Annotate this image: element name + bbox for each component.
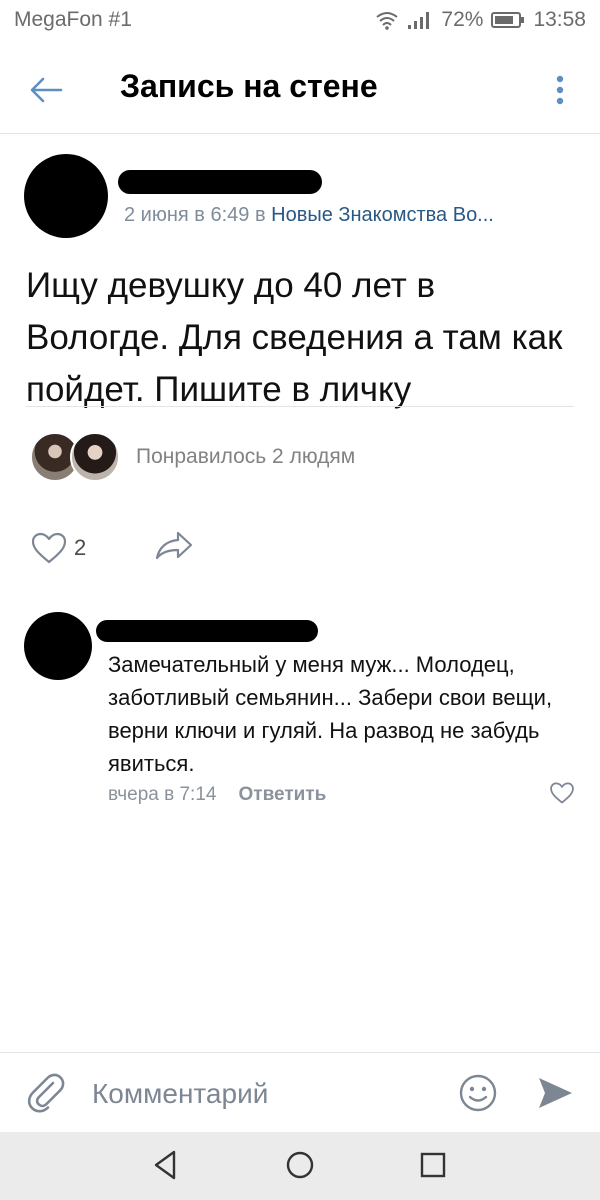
page-title: Запись на стене	[120, 68, 378, 104]
post-meta: 2 июня в 6:49 в Новые Знакомства Во...	[124, 204, 494, 227]
liker-avatar	[70, 432, 120, 482]
comment-text: Замечательный у меня муж... Молодец, заб…	[108, 652, 553, 776]
post-text: Ищу девушку до 40 лет в Вологде. Для све…	[26, 266, 563, 409]
system-nav-bar	[0, 1132, 600, 1200]
carrier-name: MegaFon #1	[14, 8, 132, 31]
post-date: 2 июня в 6:49 в	[124, 204, 266, 226]
status-indicators: 72% 13:58	[375, 8, 586, 32]
comment-meta: вчера в 7:14 Ответить	[108, 784, 326, 806]
emoji-button[interactable]	[458, 1073, 498, 1118]
send-icon	[539, 1078, 572, 1108]
reply-button[interactable]: Ответить	[238, 784, 326, 806]
likers-text: Понравилось 2 людям	[136, 445, 356, 468]
system-home-button[interactable]	[284, 1148, 316, 1187]
comment-input-bar	[0, 1052, 600, 1132]
circle-home-icon	[286, 1151, 314, 1179]
comment-author-name[interactable]	[96, 620, 318, 642]
arrow-left-icon	[30, 77, 63, 103]
comment-author-avatar[interactable]	[24, 612, 92, 680]
comment-time: вчера в 7:14	[108, 784, 217, 805]
system-recents-button[interactable]	[418, 1148, 448, 1187]
like-button[interactable]: 2	[30, 531, 86, 565]
comment-input[interactable]	[92, 1075, 422, 1113]
app-header: Запись на стене	[0, 46, 600, 134]
paperclip-icon	[27, 1073, 65, 1113]
share-icon	[156, 531, 193, 560]
battery-icon	[491, 12, 525, 28]
more-vertical-icon	[556, 75, 564, 105]
post-author-name[interactable]	[118, 170, 322, 194]
smile-icon	[459, 1074, 497, 1112]
square-recents-icon	[420, 1152, 446, 1178]
send-button[interactable]	[536, 1075, 574, 1116]
share-button[interactable]	[154, 530, 194, 565]
post-divider	[26, 406, 574, 407]
signal-icon	[408, 12, 430, 29]
wifi-icon	[376, 12, 399, 30]
comment-like-button[interactable]	[549, 781, 575, 810]
triangle-back-icon	[154, 1150, 176, 1180]
post-author-avatar[interactable]	[24, 154, 108, 238]
more-button[interactable]	[542, 66, 578, 114]
clock: 13:58	[533, 8, 586, 31]
group-link[interactable]: Новые Знакомства Во...	[271, 204, 494, 226]
system-back-button[interactable]	[150, 1148, 180, 1187]
like-count: 2	[74, 534, 87, 560]
likers-row[interactable]: Понравилось 2 людям	[30, 432, 355, 482]
status-bar: MegaFon #1 72% 13:58	[0, 0, 600, 46]
battery-percent: 72%	[441, 8, 484, 31]
attach-button[interactable]	[26, 1071, 66, 1118]
back-button[interactable]	[22, 66, 70, 114]
post-actions: 2	[30, 530, 194, 565]
heart-icon	[550, 782, 574, 804]
heart-icon	[31, 532, 67, 563]
